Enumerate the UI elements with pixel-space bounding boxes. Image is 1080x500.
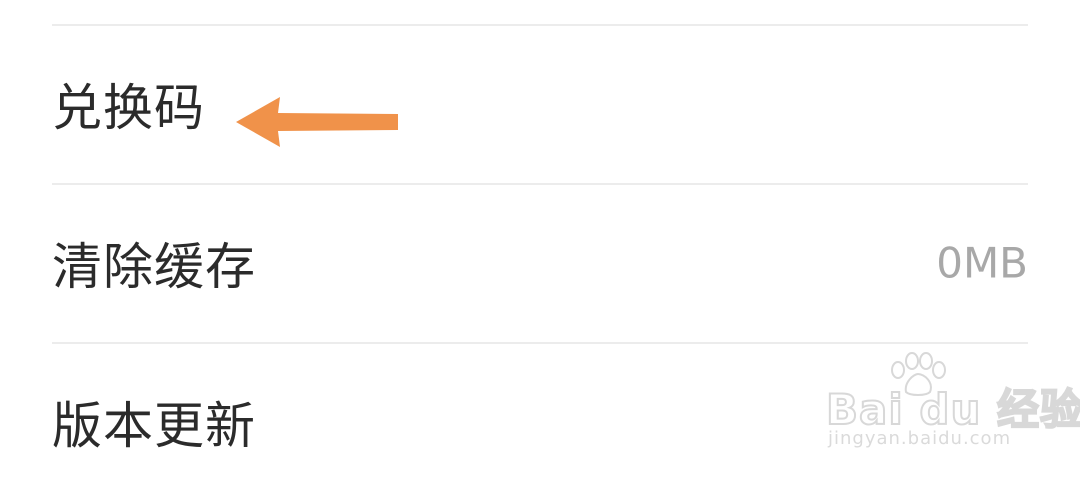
settings-item-label: 清除缓存 (52, 238, 256, 296)
baidu-watermark: Bai du 经验 jingyan.baidu.com (825, 352, 1080, 452)
watermark-url: jingyan.baidu.com (828, 428, 1012, 449)
settings-item-label: 兑换码 (52, 79, 205, 137)
settings-item-label: 版本更新 (52, 397, 256, 455)
settings-item-clear-cache[interactable]: 清除缓存 0MB (0, 185, 1080, 341)
arrow-shape (236, 97, 398, 147)
cache-size-value: 0MB (936, 238, 1028, 288)
settings-item-redeem-code[interactable]: 兑换码 (0, 26, 1080, 182)
left-arrow-icon (236, 97, 398, 147)
